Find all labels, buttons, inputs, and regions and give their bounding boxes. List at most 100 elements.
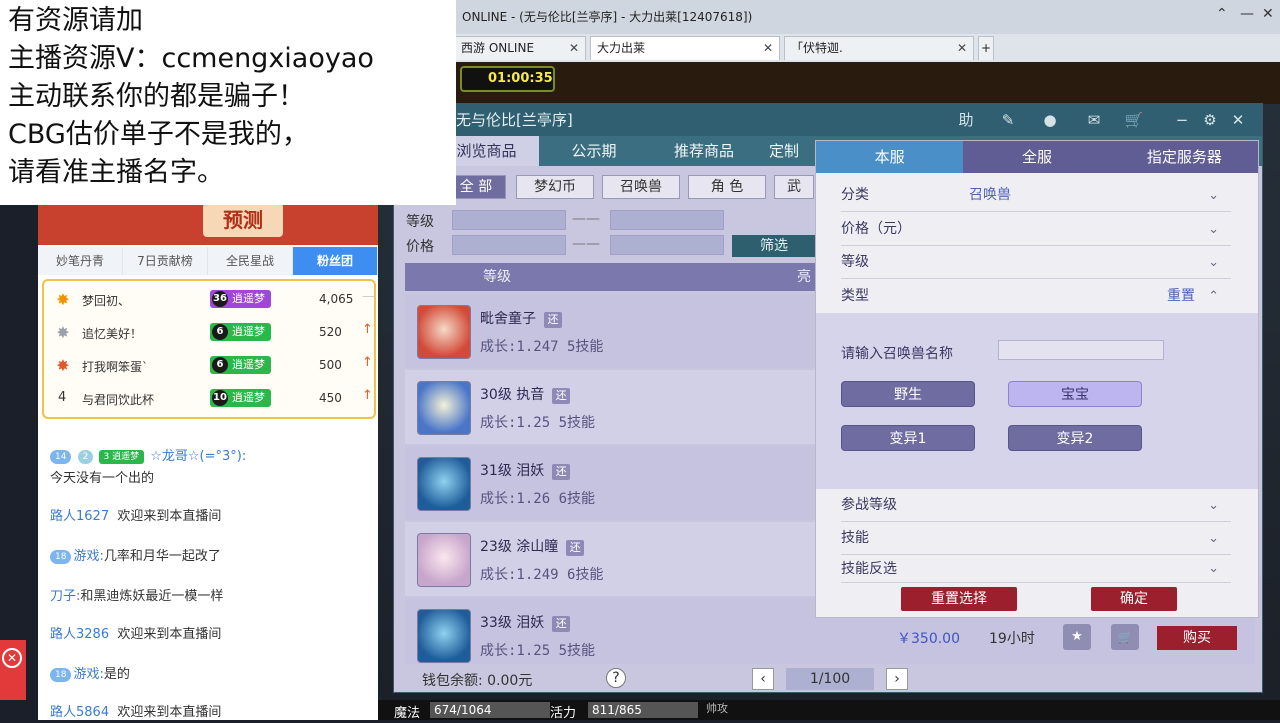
- type-mutant1-button[interactable]: 变异1: [841, 425, 975, 451]
- level-dash: ——: [572, 211, 600, 227]
- browser-tab-3[interactable]: 「伏特迦. ✕: [784, 36, 974, 60]
- tab-public[interactable]: 公示期: [539, 136, 649, 166]
- help-icon[interactable]: 助: [954, 109, 978, 131]
- trade-footer: 钱包余额: 0.00元 ? ‹ 1/100 ›: [394, 666, 1262, 692]
- browser-tab-1[interactable]: 西游 ONLINE ✕: [454, 36, 586, 60]
- next-page-button[interactable]: ›: [886, 668, 908, 690]
- help-icon[interactable]: ?: [606, 668, 626, 688]
- type-mutant2-button[interactable]: 变异2: [1008, 425, 1142, 451]
- row-label: 分类: [841, 187, 869, 203]
- pet-avatar: [417, 305, 471, 359]
- type-baby-button[interactable]: 宝宝: [1008, 381, 1142, 407]
- tab-stars[interactable]: 全民星战: [208, 247, 293, 275]
- star-icon[interactable]: ★: [1063, 624, 1091, 650]
- close-icon[interactable]: ✕: [1226, 109, 1250, 131]
- close-icon[interactable]: ✕: [1262, 6, 1274, 22]
- rank-row[interactable]: ✸ 追忆美好！ 6 逍遥梦 520 ↑: [44, 316, 374, 349]
- prev-page-button[interactable]: ‹: [752, 668, 774, 690]
- close-tab-icon[interactable]: ✕: [763, 37, 773, 59]
- filter-button[interactable]: 筛选: [732, 235, 816, 257]
- chat-nick[interactable]: 游戏:: [73, 549, 103, 564]
- level-min-input[interactable]: [452, 210, 566, 230]
- filter-price[interactable]: 价格（元） ⌄: [841, 213, 1231, 246]
- rank-row[interactable]: ✸ 打我啊笨蛋` 6 逍遥梦 500 ↑: [44, 349, 374, 382]
- tab-specific-server[interactable]: 指定服务器: [1111, 141, 1258, 173]
- tab-custom[interactable]: 定制: [759, 136, 809, 166]
- category-coin[interactable]: 梦幻币: [516, 175, 594, 199]
- confirm-button[interactable]: 确定: [1091, 587, 1177, 611]
- category-bar: 全 部 梦幻币 召唤兽 角 色 武: [394, 166, 814, 206]
- row-label: 类型: [841, 288, 869, 304]
- category-role[interactable]: 角 色: [688, 175, 766, 199]
- price-max-input[interactable]: [610, 235, 724, 255]
- category-weapon[interactable]: 武: [774, 175, 814, 199]
- reset-link[interactable]: 重置: [1167, 280, 1195, 313]
- chat-text: 欢迎来到本直播间: [117, 705, 222, 720]
- item-growth: 成长:1.26 6技能: [480, 491, 596, 507]
- browser-tab-2[interactable]: 大力出莱 ✕: [590, 36, 780, 60]
- rank-score: 450: [319, 391, 342, 405]
- category-pet[interactable]: 召唤兽: [602, 175, 680, 199]
- chat-nick[interactable]: ☆龙哥☆(=°3°):: [150, 449, 246, 464]
- filter-skills-exclude[interactable]: 技能反选 ⌄: [841, 555, 1231, 583]
- price-min-input[interactable]: [452, 235, 566, 255]
- rank-row[interactable]: ✸ 梦回初、 36 逍遥梦 4,065 —: [44, 283, 375, 316]
- item-growth: 成长:1.25 5技能: [480, 415, 596, 431]
- chevron-down-icon: ⌄: [1208, 531, 1219, 546]
- settings-icon[interactable]: ⚙: [1198, 109, 1222, 131]
- chat-text: 欢迎来到本直播间: [117, 509, 222, 524]
- rank-row[interactable]: 4 与君同饮此杯 10 逍遥梦 450 ↑: [44, 382, 374, 415]
- user-level-badge: 18: [50, 549, 72, 564]
- chevron-up-icon: ⌃: [1208, 289, 1219, 304]
- pet-name-input[interactable]: [998, 340, 1164, 360]
- rank-name: 梦回初、: [82, 294, 131, 308]
- up-arrow-icon: ↑: [362, 355, 373, 370]
- tab-recommend[interactable]: 推荐商品: [649, 136, 759, 166]
- chat-icon[interactable]: ✉: [1082, 109, 1106, 131]
- chat-nick[interactable]: 刀子:: [50, 589, 80, 604]
- tab-label: 「伏特迦.: [791, 41, 843, 55]
- chat-nick[interactable]: 路人3286: [50, 627, 109, 642]
- type-wild-button[interactable]: 野生: [841, 381, 975, 407]
- filter-skills[interactable]: 技能 ⌄: [841, 522, 1231, 555]
- tab-brush[interactable]: 妙笔丹青: [38, 247, 123, 275]
- pet-avatar: [417, 381, 471, 435]
- level-max-input[interactable]: [610, 210, 724, 230]
- reset-selection-button[interactable]: 重置选择: [901, 587, 1017, 611]
- close-panel-button[interactable]: ✕: [0, 640, 26, 700]
- minimize-icon[interactable]: −: [1170, 109, 1194, 131]
- minimize-icon[interactable]: —: [1240, 6, 1254, 22]
- chat-line: 今天没有一个出的: [50, 467, 154, 486]
- cart-icon[interactable]: 🛒: [1111, 624, 1139, 650]
- badge-group: 逍遥梦: [232, 391, 265, 404]
- chat-nick[interactable]: 路人5864: [50, 705, 109, 720]
- edit-icon[interactable]: ✎: [996, 109, 1020, 131]
- tab-this-server[interactable]: 本服: [816, 141, 964, 173]
- user-level-badge: 2: [77, 449, 94, 464]
- chevron-up-icon[interactable]: ⌃: [1216, 6, 1228, 22]
- filter-type[interactable]: 类型 重置 ⌃: [841, 280, 1231, 313]
- user-level-badge: 18: [50, 667, 72, 682]
- wallet-balance: 钱包余额: 0.00元: [422, 673, 533, 689]
- prediction-banner[interactable]: 预测: [38, 205, 378, 245]
- name-input-label: 请输入召唤兽名称: [841, 346, 953, 362]
- close-tab-icon[interactable]: ✕: [569, 37, 579, 59]
- cart-icon[interactable]: 🛒: [1122, 109, 1146, 131]
- chat-list: 14 2 3 逍遥梦 ☆龙哥☆(=°3°): 今天没有一个出的 路人1627 欢…: [38, 443, 378, 723]
- close-tab-icon[interactable]: ✕: [957, 37, 967, 59]
- buy-button[interactable]: 购买: [1157, 626, 1237, 650]
- row-value: 召唤兽: [969, 187, 1011, 203]
- vitality-label: 活力: [550, 706, 577, 721]
- filter-level[interactable]: 等级 ⌄: [841, 246, 1231, 279]
- chat-nick[interactable]: 游戏:: [73, 667, 103, 682]
- tab-contribution[interactable]: 7日贡献榜: [123, 247, 208, 275]
- filter-battle-level[interactable]: 参战等级 ⌄: [841, 489, 1231, 522]
- tab-all-servers[interactable]: 全服: [963, 141, 1110, 173]
- filter-category[interactable]: 分类 召唤兽 ⌄: [841, 179, 1231, 212]
- new-tab-button[interactable]: +: [978, 36, 994, 60]
- item-tag: 还: [552, 388, 571, 404]
- record-icon[interactable]: ●: [1038, 109, 1062, 131]
- badge-group: 逍遥梦: [232, 292, 265, 305]
- tab-fans[interactable]: 粉丝团: [293, 247, 378, 275]
- chat-nick[interactable]: 路人1627: [50, 509, 109, 524]
